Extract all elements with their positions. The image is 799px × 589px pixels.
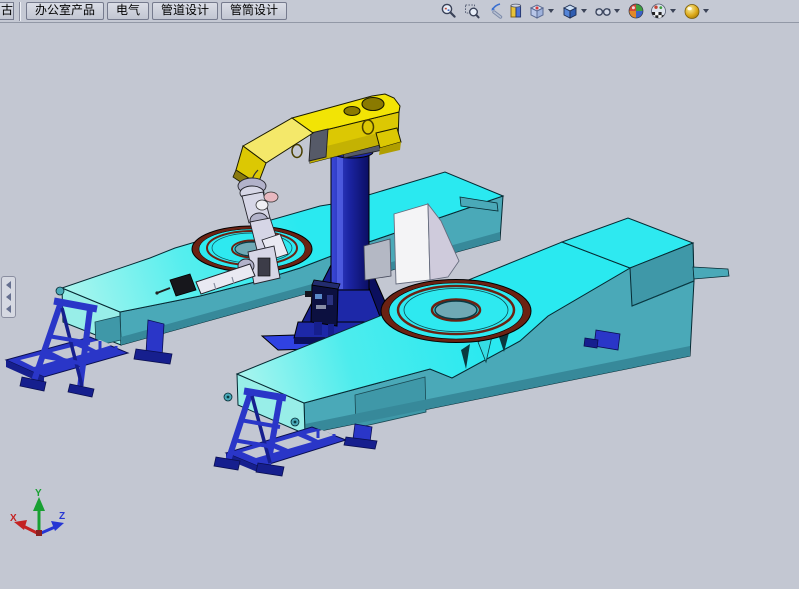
zoom-to-area-icon (463, 2, 481, 20)
front-beam-right-flange[interactable] (693, 267, 729, 279)
edit-appearance-icon (627, 2, 645, 20)
rear-beam-lug[interactable] (56, 287, 64, 295)
fixture-wedge[interactable] (364, 239, 391, 280)
section-view-button[interactable] (505, 1, 526, 21)
z-axis-label: Z (59, 511, 65, 522)
feature-panel-flyout-button[interactable] (1, 276, 16, 318)
hide-show-items-icon (594, 2, 612, 20)
heads-up-view-toolbar (438, 1, 714, 21)
front-trestle-foot[interactable] (256, 463, 284, 476)
view-orientation-button[interactable] (526, 1, 547, 21)
command-toolbar: 古 办公室产品 电气 管道设计 管筒设计 (0, 0, 799, 23)
apply-scene-icon (650, 2, 668, 20)
front-turntable-ring[interactable] (381, 280, 531, 343)
view-orientation-icon (528, 2, 546, 20)
tab-electrical[interactable]: 电气 (107, 2, 149, 20)
flyout-arrow-icon (6, 305, 11, 313)
display-style-button[interactable] (559, 1, 580, 21)
column-shaft[interactable] (331, 152, 369, 290)
hide-show-items-button[interactable] (592, 1, 613, 21)
boom-side-hole[interactable] (292, 145, 302, 158)
previous-view-button[interactable] (484, 1, 505, 21)
tab-divider (19, 2, 21, 21)
tab-piping[interactable]: 管道设计 (152, 2, 218, 20)
y-axis-label: Y (35, 488, 42, 499)
apply-scene-dropdown-caret[interactable] (670, 9, 676, 13)
tab-tubing[interactable]: 管筒设计 (221, 2, 287, 20)
hide-show-items-dropdown-caret[interactable] (614, 9, 620, 13)
section-view-icon (507, 2, 525, 20)
zoom-to-area-button[interactable] (461, 1, 482, 21)
zoom-to-fit-button[interactable] (438, 1, 459, 21)
wrist-pink-part (264, 192, 278, 202)
view-settings-icon (683, 2, 701, 20)
display-style-icon (561, 2, 579, 20)
view-settings-dropdown-caret[interactable] (703, 9, 709, 13)
flyout-arrow-icon (6, 281, 11, 289)
tab-partial[interactable]: 古 (0, 2, 14, 20)
tab-office-products[interactable]: 办公室产品 (26, 2, 104, 20)
edit-appearance-button[interactable] (625, 1, 646, 21)
boom-top-hole[interactable] (344, 107, 360, 116)
fixture-left-face[interactable] (394, 204, 430, 284)
y-axis-arrow (33, 497, 45, 511)
rear-trestle-foot[interactable] (68, 384, 94, 397)
boom-top-hole[interactable] (362, 98, 384, 111)
3d-viewport[interactable]: X Y Z (0, 22, 799, 589)
front-mid-support-bracket[interactable] (344, 424, 377, 449)
previous-view-icon (486, 2, 504, 20)
x-axis-label: X (10, 513, 17, 524)
display-style-dropdown-caret[interactable] (581, 9, 587, 13)
view-orientation-dropdown-caret[interactable] (548, 9, 554, 13)
zoom-to-fit-icon (440, 2, 458, 20)
view-settings-button[interactable] (681, 1, 702, 21)
command-tabs: 古 办公室产品 电气 管道设计 管筒设计 (0, 1, 287, 21)
orientation-triad: X Y Z (10, 488, 65, 536)
front-ring-center-hole[interactable] (435, 301, 477, 319)
flyout-arrow-icon (6, 293, 11, 301)
apply-scene-button[interactable] (648, 1, 669, 21)
